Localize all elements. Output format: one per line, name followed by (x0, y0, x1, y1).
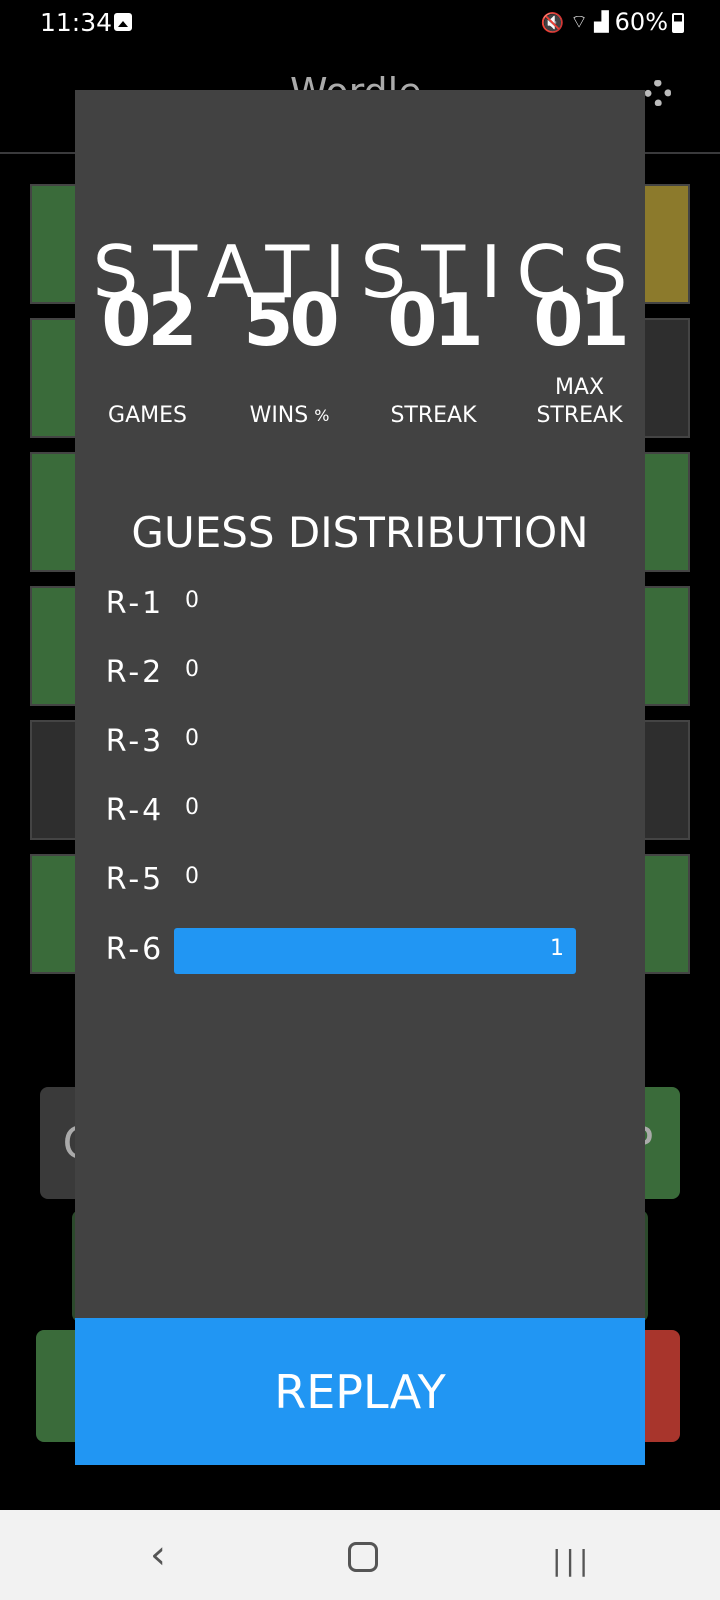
stat-streak: 01 STREAK (361, 278, 506, 428)
stat-value: 01 (533, 278, 629, 362)
distribution-row: R-6 1 (100, 928, 600, 974)
row-label: R-4 (105, 793, 165, 828)
row-label: R-2 (105, 655, 165, 690)
signal-icon: ▟ (594, 11, 609, 33)
distribution-title: GUESS DISTRIBUTION (131, 508, 589, 557)
battery-icon (672, 13, 684, 33)
system-nav-bar: ‹ ||| (0, 1510, 720, 1600)
row-count: 0 (185, 726, 199, 751)
distribution-row: R-3 0 (100, 720, 600, 766)
distribution-row: R-2 0 (100, 651, 600, 697)
distribution-row: R-4 0 (100, 789, 600, 835)
mute-icon: 🔇 (540, 11, 565, 34)
distribution-row: R-1 0 (100, 582, 600, 628)
gallery-icon (114, 13, 132, 31)
row-count: 0 (185, 588, 199, 613)
stat-wins: 50 WINS% (217, 278, 362, 428)
stat-label: WINS% (249, 403, 330, 428)
gear-icon[interactable] (645, 80, 671, 106)
row-label: R-1 (105, 586, 165, 621)
stat-value: 50 (243, 278, 339, 362)
row-label: R-6 (105, 932, 165, 967)
bar-count: 1 (550, 936, 564, 961)
replay-button[interactable]: REPLAY (75, 1318, 645, 1465)
stat-max-streak: 01 MAX STREAK (507, 278, 652, 428)
distribution-bar: 1 (174, 928, 576, 974)
stat-games: 02 GAMES (75, 278, 220, 428)
status-bar: 11:34 🔇 ⌔ ▟ 60% (0, 0, 720, 48)
stat-value: 02 (101, 278, 197, 362)
stat-label: STREAK (390, 403, 477, 428)
row-count: 0 (185, 864, 199, 889)
stat-label: MAX STREAK (536, 375, 623, 428)
stat-label: GAMES (108, 403, 187, 428)
battery-percent: 60% (614, 8, 668, 36)
wifi-icon: ⌔ (570, 11, 589, 33)
stat-value: 01 (387, 278, 483, 362)
status-time: 11:34 (40, 8, 113, 37)
row-label: R-3 (105, 724, 165, 759)
percent-sign: % (314, 406, 330, 425)
row-label: R-5 (105, 862, 165, 897)
status-icons: 🔇 ⌔ ▟ 60% (540, 8, 668, 36)
row-count: 0 (185, 657, 199, 682)
distribution-row: R-5 0 (100, 858, 600, 904)
row-count: 0 (185, 795, 199, 820)
recents-icon[interactable]: ||| (552, 1544, 592, 1577)
back-icon[interactable]: ‹ (150, 1535, 166, 1575)
statistics-dialog: STATISTICS 02 GAMES 50 WINS% 01 STREAK 0… (75, 90, 645, 1464)
home-icon[interactable] (348, 1542, 378, 1572)
